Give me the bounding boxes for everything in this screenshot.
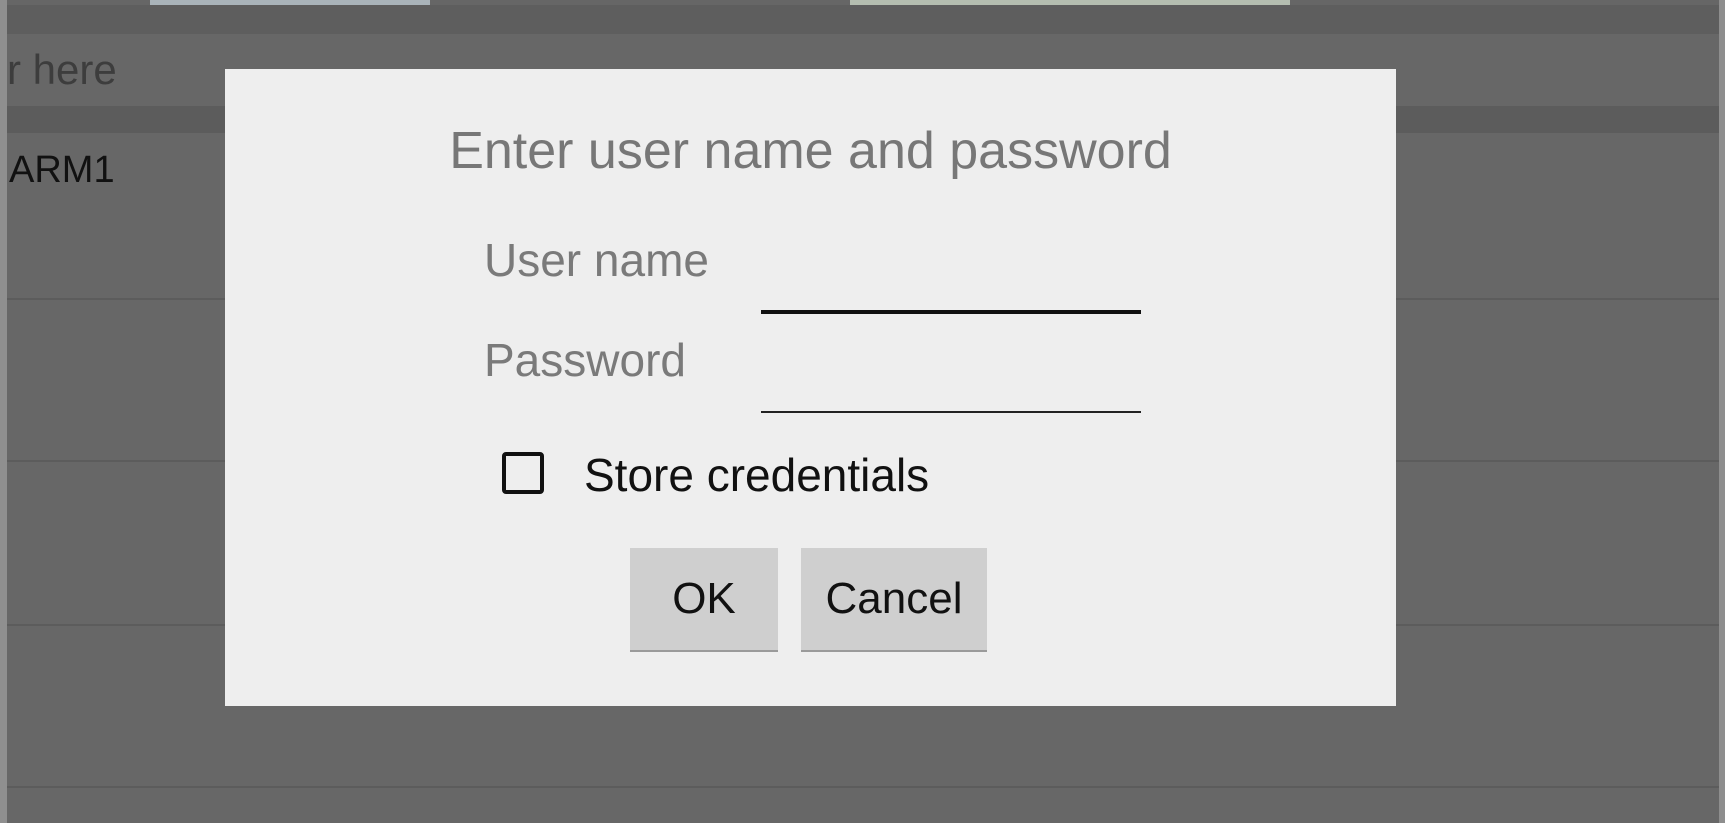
- right-edge: [1719, 0, 1725, 823]
- username-underline: [761, 310, 1141, 314]
- search-hint: r here: [7, 46, 117, 93]
- left-edge: [0, 0, 7, 823]
- username-label: User name: [484, 234, 709, 286]
- store-credentials-label[interactable]: Store credentials: [584, 450, 929, 500]
- password-field[interactable]: [761, 331, 1143, 383]
- login-dialog: Enter user name and password User name P…: [225, 69, 1396, 706]
- username-field[interactable]: [761, 229, 1143, 281]
- password-underline: [761, 411, 1141, 413]
- dialog-title: Enter user name and password: [449, 122, 1172, 180]
- password-label: Password: [484, 334, 686, 386]
- cancel-button[interactable]: Cancel: [801, 548, 987, 650]
- screen: r here ARM1 Enter user name and password…: [0, 0, 1725, 823]
- app-header: [7, 5, 1725, 34]
- ok-button[interactable]: OK: [630, 548, 778, 650]
- list-item-label: ARM1: [9, 149, 115, 191]
- store-credentials-checkbox[interactable]: [502, 452, 544, 494]
